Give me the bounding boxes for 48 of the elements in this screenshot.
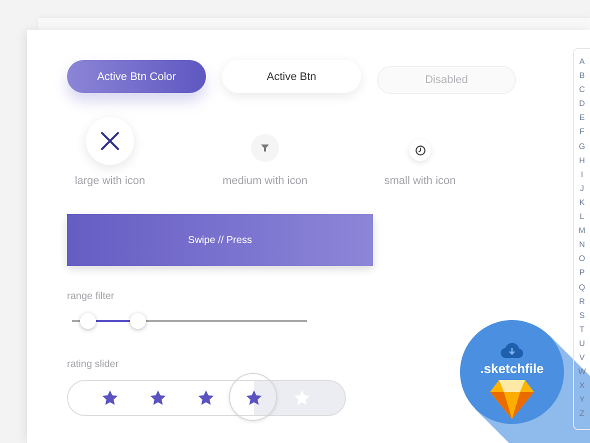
index-letter[interactable]: X [579,379,585,394]
index-letter[interactable]: V [579,350,585,366]
slider-thumb[interactable] [80,313,96,329]
star-icon [245,389,263,407]
badge-label: .sketchfile [480,361,544,376]
funnel-icon [260,143,270,153]
rating-handle[interactable] [229,373,277,421]
index-letter[interactable]: C [579,83,585,98]
index-letter[interactable]: L [580,210,584,224]
index-letter[interactable]: O [578,252,586,266]
index-letter[interactable]: G [578,140,586,154]
star-icon [149,389,167,407]
slider-thumb[interactable] [130,313,146,329]
index-letter[interactable]: T [580,322,584,337]
index-letter[interactable]: S [579,308,585,323]
close-icon [100,131,120,151]
rating-slider[interactable] [67,380,346,416]
slider-label: range filter [67,291,114,302]
index-letter[interactable]: U [579,336,585,351]
pill-button[interactable]: Active Btn [222,60,361,93]
index-letter[interactable]: Y [579,393,585,408]
cloud-download-icon [500,342,524,359]
index-letter[interactable]: R [579,294,585,309]
index-letter[interactable]: J [580,182,584,196]
star-icon [101,389,119,407]
index-letter[interactable]: I [580,168,584,182]
index-letter[interactable]: F [580,125,584,140]
index-letter[interactable]: H [579,154,585,168]
swipe-button[interactable]: Swipe // Press [67,214,373,266]
button-caption: large with icon [74,175,146,187]
index-letter[interactable]: Q [578,280,586,295]
star-icon [197,389,215,407]
index-letter[interactable]: M [578,224,586,238]
pill-button[interactable]: Active Btn Color [67,60,206,93]
icon-button[interactable] [86,117,134,165]
index-letter[interactable]: K [579,196,585,210]
slider-label: rating slider [67,359,119,370]
diamond-icon [490,379,534,419]
button-caption: medium with icon [222,175,308,187]
index-letter[interactable]: A [579,55,585,70]
button-caption: small with icon [384,175,456,187]
icon-button[interactable] [409,139,431,161]
index-letter[interactable]: E [579,111,585,126]
index-letter[interactable]: B [579,69,585,84]
index-letter[interactable]: D [579,97,585,112]
clock-icon [414,144,426,156]
index-letter[interactable]: N [579,238,585,252]
index-letter[interactable]: P [579,266,585,280]
